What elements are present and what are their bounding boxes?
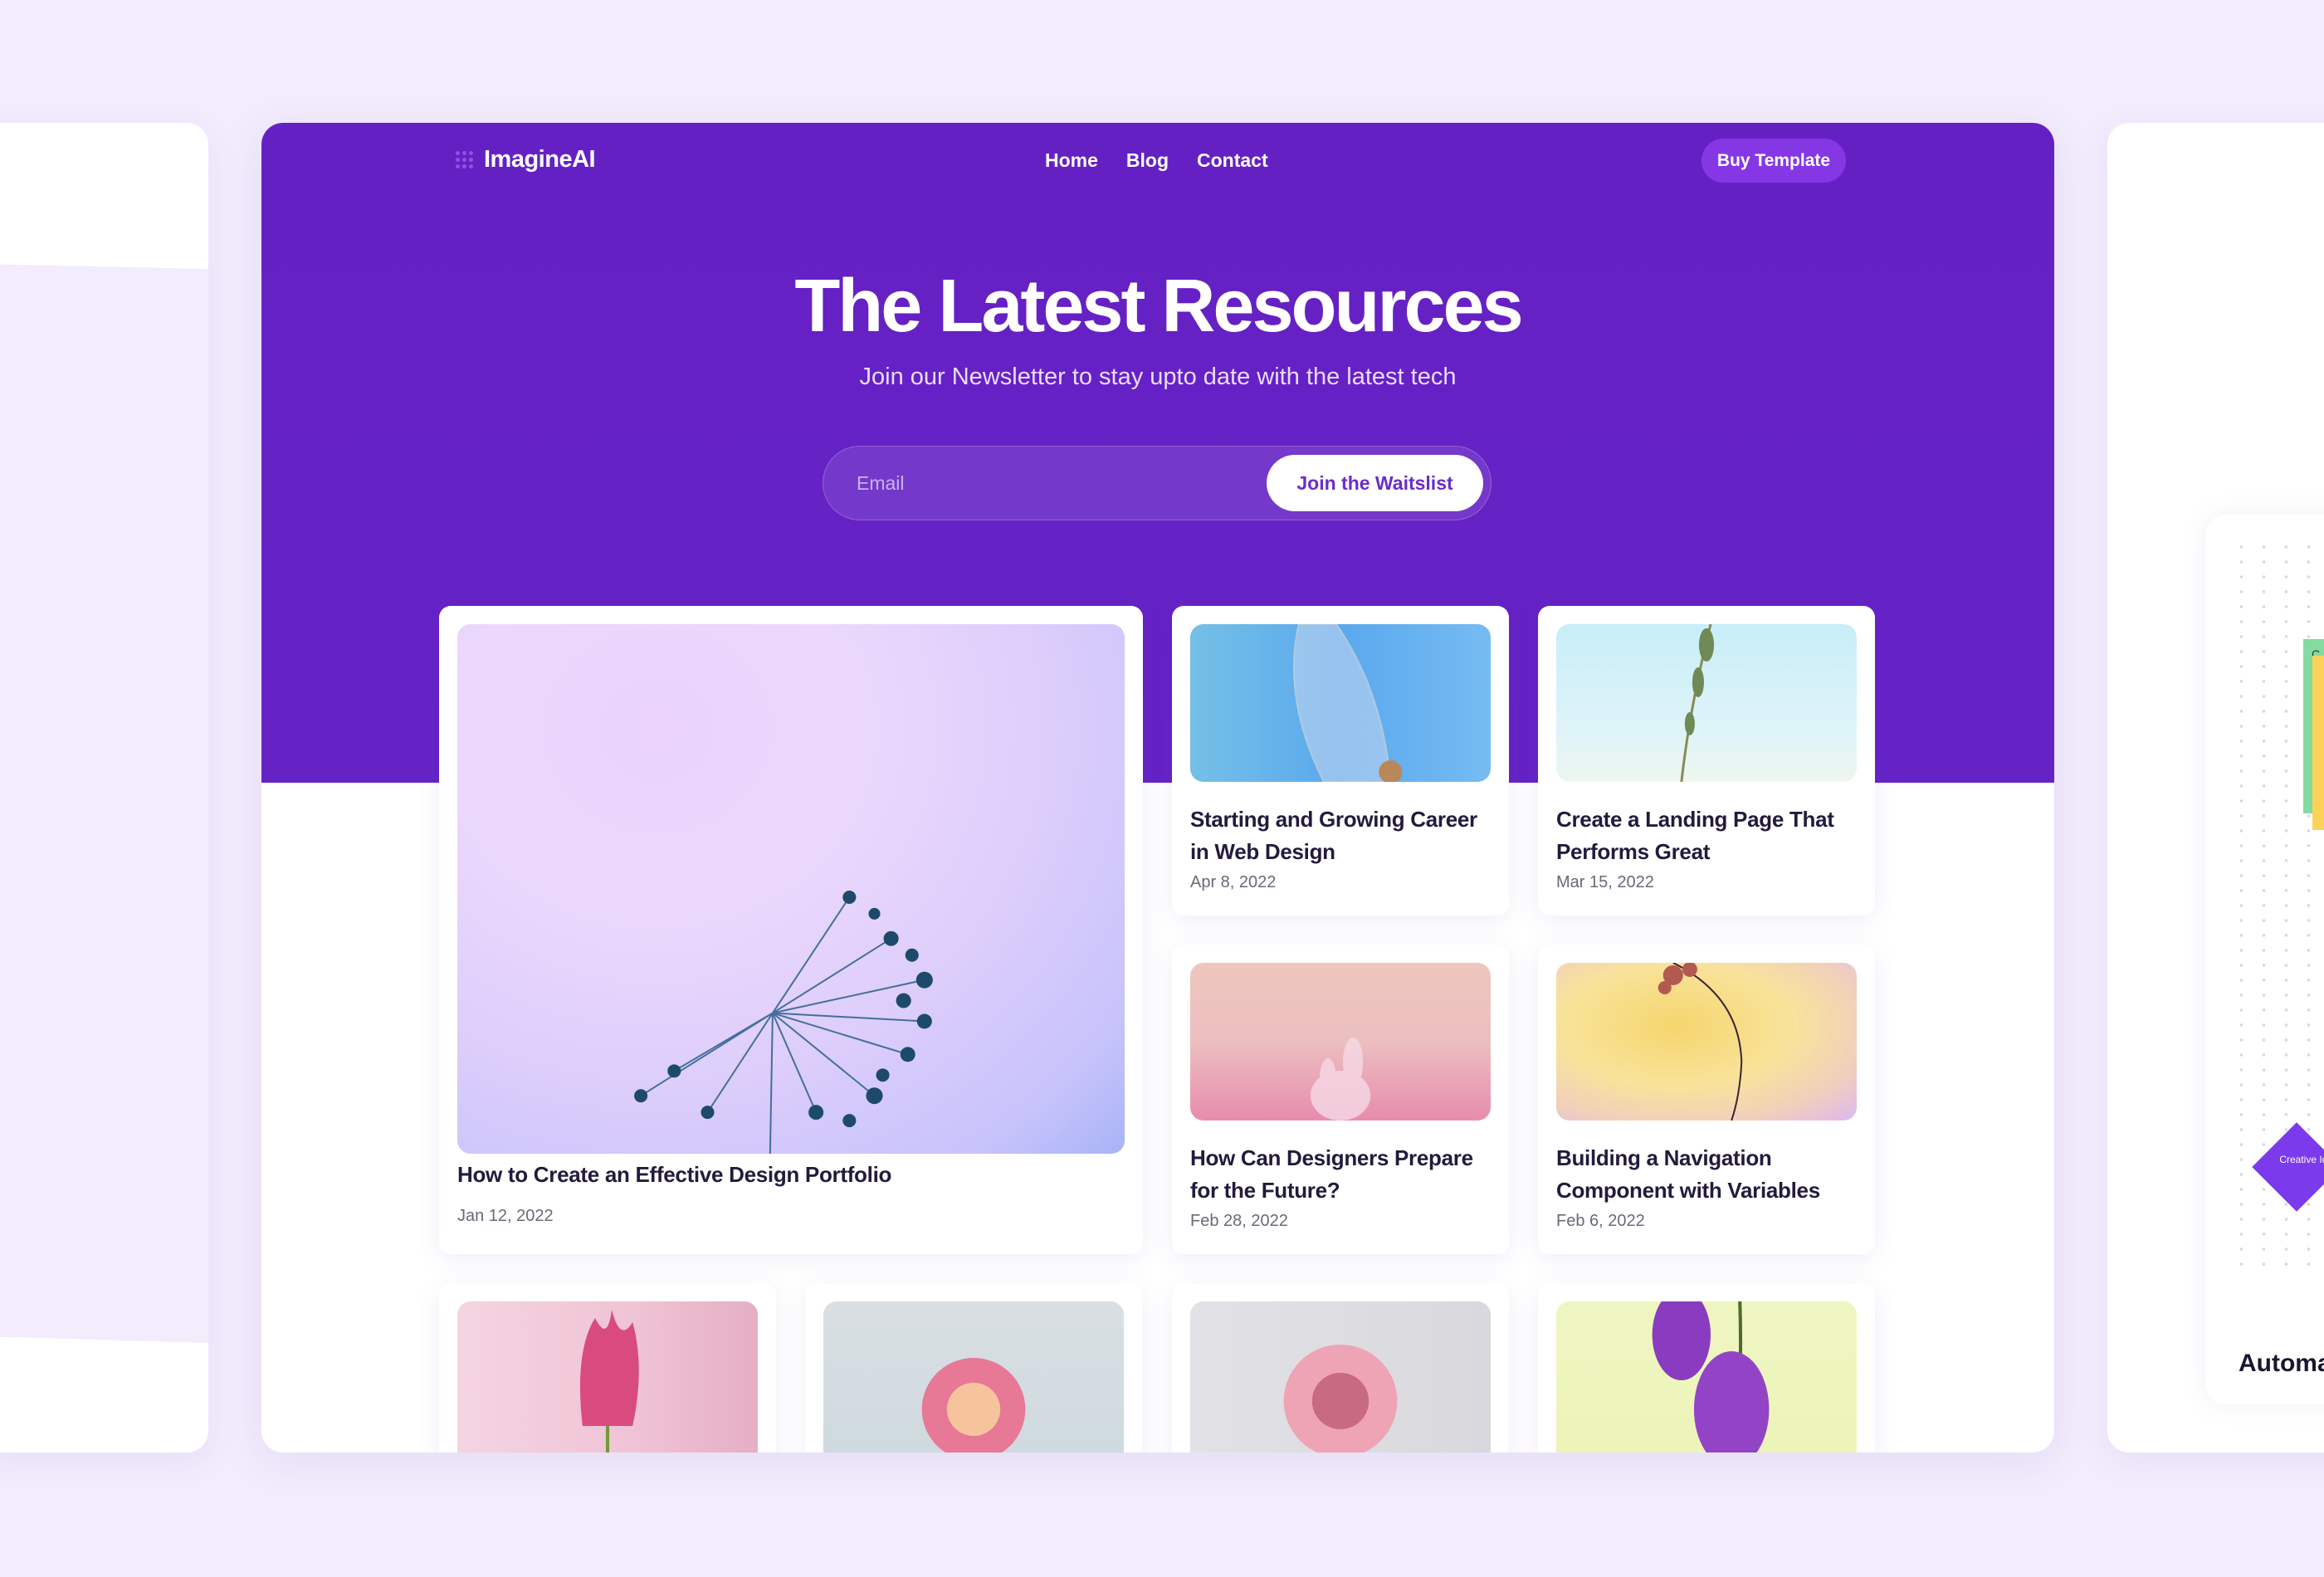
logo[interactable]: ImagineAI <box>456 146 596 173</box>
whiteboard-preview-card: C Creative Idea Automa <box>2205 515 2324 1404</box>
buy-template-button[interactable]: Buy Template <box>1702 139 1846 183</box>
post-image-skeleton-leaf <box>1190 624 1491 782</box>
email-input[interactable] <box>857 463 1255 503</box>
brand-name: ImagineAI <box>484 146 596 173</box>
post-card[interactable] <box>1172 1283 1509 1452</box>
post-card-featured[interactable]: How to Create an Effective Design Portfo… <box>439 606 1143 1254</box>
post-date: Apr 8, 2022 <box>1190 873 1277 891</box>
post-image-grass-stem <box>1556 624 1857 782</box>
diamond-label: Creative Idea <box>2279 1154 2324 1165</box>
post-title[interactable]: How to Create an Effective Design Portfo… <box>457 1159 1125 1191</box>
nav-link-home[interactable]: Home <box>1045 149 1098 172</box>
post-title[interactable]: Starting and Growing Career in Web Desig… <box>1190 803 1491 868</box>
main-page-frame: ImagineAI Home Blog Contact Buy Template… <box>261 123 2054 1452</box>
top-nav: ImagineAI Home Blog Contact Buy Template <box>261 123 2054 199</box>
post-card[interactable] <box>1538 1283 1875 1452</box>
post-title[interactable]: Building a Navigation Component with Var… <box>1556 1142 1857 1207</box>
post-card[interactable]: Starting and Growing Career in Web Desig… <box>1172 606 1509 915</box>
join-waitlist-button[interactable]: Join the Waitslist <box>1267 455 1483 511</box>
post-image-pink-fern <box>1190 963 1491 1120</box>
post-image-allium <box>457 624 1125 1154</box>
hero-subtitle: Join our Newsletter to stay upto date wi… <box>859 364 1457 390</box>
preview-heading: Automa <box>2239 1350 2324 1377</box>
sticky-note-yellow <box>2312 656 2324 830</box>
logo-dots-icon <box>456 150 473 169</box>
post-date: Jan 12, 2022 <box>457 1207 554 1225</box>
post-date: Feb 6, 2022 <box>1556 1212 1645 1230</box>
post-image-purple-orchid <box>1556 1301 1857 1452</box>
post-card[interactable] <box>805 1283 1142 1452</box>
post-image-pink-dahlia <box>823 1301 1124 1452</box>
post-card[interactable]: Building a Navigation Component with Var… <box>1538 945 1875 1254</box>
post-image-pink-rose <box>1190 1301 1491 1452</box>
post-card[interactable]: Create a Landing Page That Performs Grea… <box>1538 606 1875 915</box>
post-date: Mar 15, 2022 <box>1556 873 1654 891</box>
post-title[interactable]: How Can Designers Prepare for the Future… <box>1190 1142 1491 1207</box>
left-preview-frame <box>0 123 208 1452</box>
nav-links: Home Blog Contact <box>1045 149 1268 172</box>
right-preview-frame: C Creative Idea Automa <box>2107 123 2324 1452</box>
post-image-dried-flower <box>1556 963 1857 1120</box>
hero-title: The Latest Resources <box>794 265 1523 348</box>
nav-link-blog[interactable]: Blog <box>1126 149 1169 172</box>
post-title[interactable]: Create a Landing Page That Performs Grea… <box>1556 803 1857 868</box>
post-date: Feb 28, 2022 <box>1190 1212 1288 1230</box>
post-image-pink-tulip <box>457 1301 758 1452</box>
post-card[interactable]: How Can Designers Prepare for the Future… <box>1172 945 1509 1254</box>
waitlist-form: Join the Waitslist <box>823 446 1492 520</box>
left-preview-band <box>0 264 208 1343</box>
nav-link-contact[interactable]: Contact <box>1197 149 1268 172</box>
post-card[interactable] <box>439 1283 776 1452</box>
